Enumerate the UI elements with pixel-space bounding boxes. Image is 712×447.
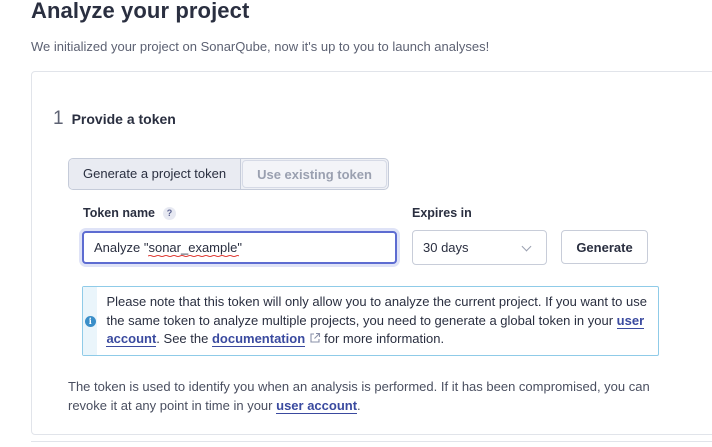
- token-explanation: The token is used to identify you when a…: [68, 377, 668, 415]
- info-alert: i Please note that this token will only …: [82, 286, 659, 356]
- info-icon-column: i: [83, 287, 98, 355]
- info-text-2: . See the: [156, 331, 209, 346]
- page-title: Analyze your project: [31, 0, 250, 23]
- documentation-link[interactable]: documentation: [211, 331, 306, 347]
- token-mode-toggle: Generate a project token Use existing to…: [68, 158, 389, 190]
- info-icon: i: [84, 315, 96, 327]
- token-name-label-text: Token name: [83, 206, 156, 220]
- step-number: 1: [53, 108, 64, 129]
- tab-generate-project-token[interactable]: Generate a project token: [69, 159, 242, 189]
- generate-button[interactable]: Generate: [561, 230, 648, 264]
- step-title: Provide a token: [71, 111, 176, 127]
- expires-select[interactable]: 30 days: [412, 230, 547, 265]
- token-name-label: Token name?: [83, 206, 177, 220]
- token-name-input[interactable]: [82, 231, 397, 264]
- external-link-icon: [310, 332, 321, 343]
- info-text-1: Please note that this token will only al…: [106, 294, 647, 328]
- help-icon[interactable]: ?: [163, 207, 177, 220]
- tab-use-existing-token[interactable]: Use existing token: [242, 160, 387, 188]
- footer-user-account-link[interactable]: user account: [276, 398, 358, 414]
- expires-select-value: 30 days: [423, 240, 469, 255]
- divider: [31, 441, 712, 442]
- info-message: Please note that this token will only al…: [97, 287, 658, 355]
- page-subtitle: We initialized your project on SonarQube…: [31, 39, 490, 54]
- info-text-3: for more information.: [324, 331, 445, 346]
- footer-text-2: .: [357, 398, 361, 413]
- chevron-down-icon: [521, 241, 532, 252]
- step-header: 1 Provide a token: [53, 108, 176, 130]
- expires-label: Expires in: [412, 206, 472, 220]
- spellcheck-underline: [148, 255, 239, 257]
